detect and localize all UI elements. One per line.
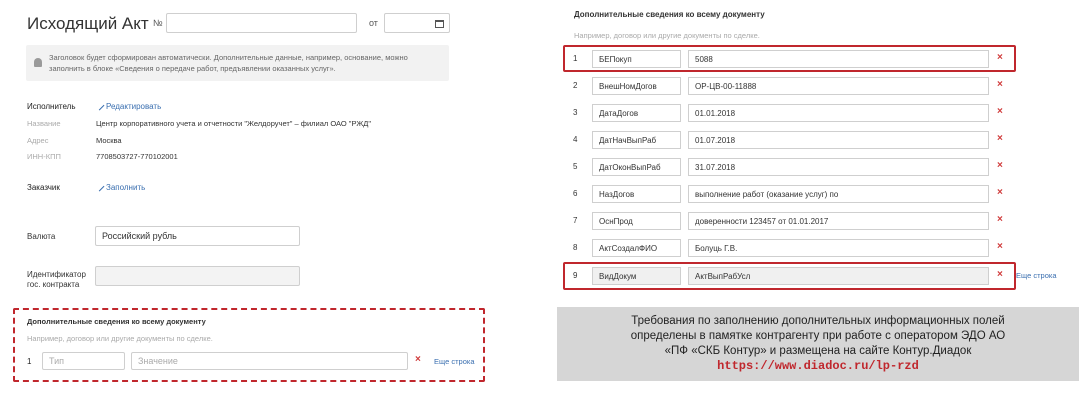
row-value-input[interactable]: выполнение работ (оказание услуг) по: [688, 185, 989, 203]
page-title: Исходящий Акт: [27, 14, 149, 33]
left-extra-add-row-link[interactable]: Еще строка: [434, 357, 475, 366]
row-number: 4: [573, 135, 578, 144]
row-number: 6: [573, 189, 578, 198]
right-extra-heading: Дополнительные сведения ко всему докумен…: [574, 10, 765, 19]
edit-executor-link[interactable]: Редактировать: [94, 100, 162, 111]
row-value-input[interactable]: 01.07.2018: [688, 131, 989, 149]
currency-input[interactable]: Российский рубль: [95, 226, 300, 246]
contract-id-input[interactable]: [95, 266, 300, 286]
extra-row: 2 ВнешНомДогов ОР-ЦВ-00-11888 ×: [564, 74, 1016, 98]
row-delete-icon[interactable]: ×: [997, 241, 1003, 252]
row-number: 7: [573, 216, 578, 225]
left-extra-value-input[interactable]: Значение: [131, 352, 408, 370]
executor-name-value: Центр корпоративного учета и отчетности …: [96, 119, 372, 128]
row-value-input[interactable]: ОР-ЦВ-00-11888: [688, 77, 989, 95]
auto-title-notice: Заголовок будет сформирован автоматическ…: [26, 45, 449, 81]
info-text: Требования по заполнению дополнительных …: [569, 314, 1067, 359]
extra-row: 3 ДатаДогов 01.01.2018 ×: [564, 101, 1016, 125]
info-line-2: определены в памятке контрагенту при раб…: [630, 330, 1006, 342]
right-extra-add-row-link[interactable]: Еще строка: [1016, 271, 1057, 280]
row-number: 5: [573, 162, 578, 171]
row-number: 8: [573, 243, 578, 252]
left-extra-row-num: 1: [27, 357, 32, 366]
info-line-1: Требования по заполнению дополнительных …: [631, 315, 1005, 327]
row-number: 2: [573, 81, 578, 90]
currency-label: Валюта: [27, 232, 56, 241]
left-extra-delete-icon[interactable]: ×: [415, 354, 421, 365]
executor-address-key: Адрес: [27, 136, 49, 145]
left-extra-hint: Например, договор или другие документы п…: [27, 334, 213, 343]
executor-name-key: Название: [27, 119, 61, 128]
row-type-input[interactable]: ОснПрод: [592, 212, 681, 230]
notice-text: Заголовок будет сформирован автоматическ…: [49, 53, 408, 73]
row-type-input[interactable]: ДатОконВыпРаб: [592, 158, 681, 176]
pencil-icon: [94, 100, 105, 111]
info-url-link[interactable]: https://www.diadoc.ru/lp-rzd: [569, 359, 1067, 373]
customer-label: Заказчик: [27, 183, 60, 192]
date-input[interactable]: [384, 13, 450, 33]
row-value-input[interactable]: доверенности 123457 от 01.01.2017: [688, 212, 989, 230]
extra-row: 5 ДатОконВыпРаб 31.07.2018 ×: [564, 155, 1016, 179]
number-label: №: [153, 18, 163, 28]
date-label: от: [369, 18, 378, 28]
row-1-highlight: [563, 45, 1016, 72]
row-type-input[interactable]: НазДогов: [592, 185, 681, 203]
executor-address-value: Москва: [96, 136, 122, 145]
executor-inn-value: 7708503727-770102001: [96, 152, 178, 161]
fill-customer-link[interactable]: Заполнить: [94, 181, 146, 192]
left-extra-type-input[interactable]: Тип: [42, 352, 125, 370]
executor-inn-key: ИНН-КПП: [27, 152, 61, 161]
extra-row: 4 ДатНачВыпРаб 01.07.2018 ×: [564, 128, 1016, 152]
bell-icon: [34, 58, 42, 67]
info-caption: Требования по заполнению дополнительных …: [557, 307, 1079, 381]
right-extra-hint: Например, договор или другие документы п…: [574, 31, 760, 40]
left-extra-heading: Дополнительные сведения ко всему докумен…: [27, 317, 206, 326]
row-type-input[interactable]: ДатНачВыпРаб: [592, 131, 681, 149]
row-value-input[interactable]: Болуць Г.В.: [688, 239, 989, 257]
edit-executor-text: Редактировать: [106, 102, 162, 111]
row-number: 3: [573, 108, 578, 117]
row-value-input[interactable]: 01.01.2018: [688, 104, 989, 122]
extra-row: 6 НазДогов выполнение работ (оказание ус…: [564, 182, 1016, 206]
row-value-input[interactable]: 31.07.2018: [688, 158, 989, 176]
row-delete-icon[interactable]: ×: [997, 160, 1003, 171]
row-delete-icon[interactable]: ×: [997, 187, 1003, 198]
row-delete-icon[interactable]: ×: [997, 133, 1003, 144]
pencil-icon: [94, 181, 105, 192]
executor-label: Исполнитель: [27, 102, 76, 111]
row-type-input[interactable]: АктСоздалФИО: [592, 239, 681, 257]
row-9-highlight: [563, 262, 1016, 290]
row-type-input[interactable]: ВнешНомДогов: [592, 77, 681, 95]
contract-id-label-2: гос. контракта: [27, 280, 80, 289]
info-line-3: «ПФ «СКБ Контур» и размещена на сайте Ко…: [664, 345, 972, 357]
extra-row: 7 ОснПрод доверенности 123457 от 01.01.2…: [564, 209, 1016, 233]
row-type-input[interactable]: ДатаДогов: [592, 104, 681, 122]
calendar-icon[interactable]: [435, 20, 444, 28]
row-delete-icon[interactable]: ×: [997, 79, 1003, 90]
number-input[interactable]: [166, 13, 357, 33]
contract-id-label-1: Идентификатор: [27, 270, 86, 279]
left-form-panel: Исходящий Акт № от Заголовок будет сформ…: [0, 0, 495, 395]
extra-row: 8 АктСоздалФИО Болуць Г.В. ×: [564, 236, 1016, 260]
fill-customer-text: Заполнить: [106, 183, 146, 192]
row-delete-icon[interactable]: ×: [997, 214, 1003, 225]
row-delete-icon[interactable]: ×: [997, 106, 1003, 117]
